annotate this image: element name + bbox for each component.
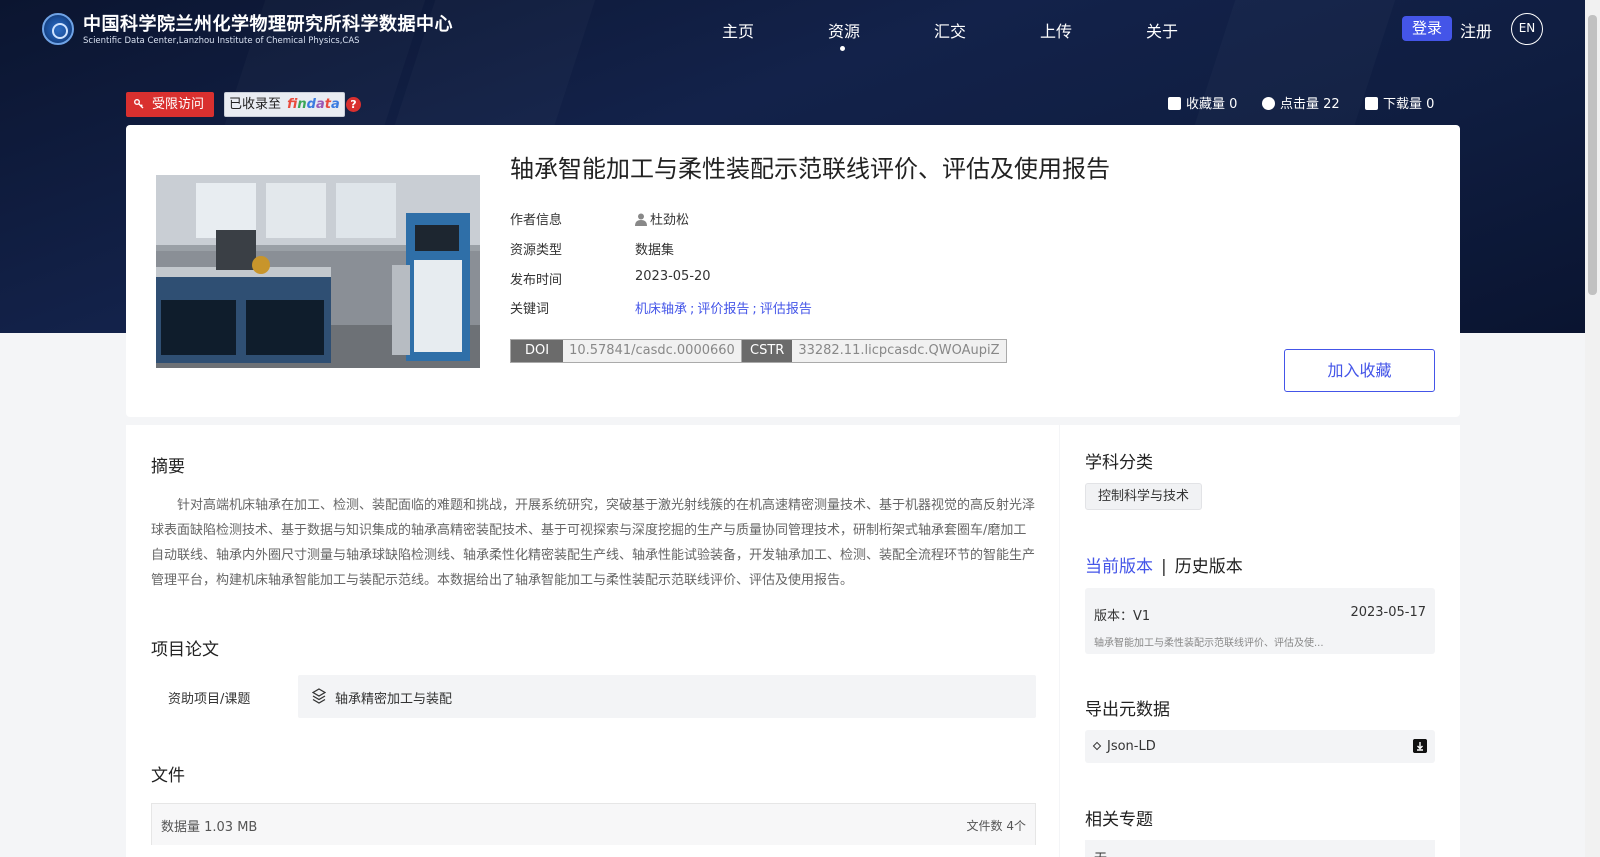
top-navbar: 中国科学院兰州化学物理研究所科学数据中心 Scientific Data Cen… <box>0 0 1600 60</box>
login-button[interactable]: 登录 <box>1402 16 1452 41</box>
version-label: 版本：V1 <box>1094 609 1151 624</box>
doi-value: 10.57841/casdc.0000660 <box>563 340 741 362</box>
type-value: 数据集 <box>635 243 675 258</box>
fund-item[interactable]: 轴承精密加工与装配 <box>298 675 1036 718</box>
author-label: 作者信息 <box>510 213 563 228</box>
export-format: Json-LD <box>1107 739 1156 754</box>
layers-icon <box>312 688 326 704</box>
tab-history-version[interactable]: 历史版本 <box>1175 557 1243 577</box>
help-icon[interactable]: ? <box>346 97 361 112</box>
tab-current-version[interactable]: 当前版本 <box>1085 557 1153 577</box>
version-date: 2023-05-17 <box>1350 605 1426 620</box>
abstract-text: 针对高端机床轴承在加工、检测、装配面临的难题和挑战，开展系统研究，突破基于激光射… <box>151 498 1036 588</box>
date-label: 发布时间 <box>510 273 563 288</box>
version-item[interactable]: 版本：V1 2023-05-17 轴承智能加工与柔性装配示范联线评价、评估及使.… <box>1085 588 1435 654</box>
resource-title: 轴承智能加工与柔性装配示范联线评价、评估及使用报告 <box>510 155 1110 183</box>
version-desc: 轴承智能加工与柔性装配示范联线评价、评估及使... <box>1094 638 1324 649</box>
abstract-title: 摘要 <box>151 457 185 477</box>
cstr-tag[interactable]: CSTR 33282.11.licpcasdc.QWOAupiZ <box>741 339 1007 363</box>
resource-card: 轴承智能加工与柔性装配示范联线评价、评估及使用报告 作者信息 杜劲松 资源类型 … <box>126 125 1460 417</box>
doi-tag[interactable]: DOI 10.57841/casdc.0000660 <box>510 339 742 363</box>
site-title[interactable]: 中国科学院兰州化学物理研究所科学数据中心 <box>83 10 453 36</box>
files-title: 文件 <box>151 766 185 786</box>
favorites-count: 收藏量 0 <box>1168 93 1237 112</box>
files-size: 数据量 1.03 MB <box>161 820 258 835</box>
author-name[interactable]: 杜劲松 <box>650 213 689 228</box>
resource-thumbnail <box>156 175 480 368</box>
download-icon <box>1365 97 1378 110</box>
views-count: 点击量 22 <box>1262 93 1340 112</box>
download-icon[interactable] <box>1413 739 1427 753</box>
version-tabs: 当前版本 | 历史版本 <box>1085 557 1243 577</box>
related-topics: 无 <box>1085 840 1435 857</box>
related-value: 无 <box>1094 848 1107 857</box>
files-count: 文件数 4个 <box>966 819 1026 833</box>
keywords-list: 机床轴承; 评价报告; 评估报告 <box>635 302 812 317</box>
export-metadata-row[interactable]: Json-LD <box>1085 730 1435 763</box>
nav-home[interactable]: 主页 <box>722 18 754 42</box>
diamond-icon <box>1092 741 1102 751</box>
restricted-label: 受限访问 <box>152 97 205 112</box>
findata-logo: findata <box>287 97 340 112</box>
type-label: 资源类型 <box>510 243 563 258</box>
active-nav-indicator <box>840 46 845 51</box>
sidebar: 学科分类 控制科学与技术 当前版本 | 历史版本 版本：V1 2023-05-17 … <box>1060 425 1460 857</box>
nav-upload[interactable]: 上传 <box>1040 18 1072 42</box>
cstr-label: CSTR <box>742 340 793 362</box>
cstr-value: 33282.11.licpcasdc.QWOAupiZ <box>792 340 1006 362</box>
scrollbar-thumb[interactable] <box>1588 15 1597 295</box>
keyword-link[interactable]: 评估报告 <box>760 302 812 317</box>
person-icon <box>635 213 647 226</box>
related-title: 相关专题 <box>1085 810 1153 830</box>
project-title: 项目论文 <box>151 640 219 660</box>
main-content: 摘要 针对高端机床轴承在加工、检测、装配面临的难题和挑战，开展系统研究，突破基于… <box>126 425 1059 857</box>
eye-icon <box>1262 97 1275 110</box>
language-toggle[interactable]: EN <box>1511 13 1543 45</box>
export-title: 导出元数据 <box>1085 700 1170 720</box>
files-summary: 数据量 1.03 MB 文件数 4个 <box>151 803 1036 845</box>
fund-label: 资助项目/课题 <box>168 692 251 707</box>
doi-label: DOI <box>511 340 564 362</box>
downloads-count: 下载量 0 <box>1365 93 1434 112</box>
subject-tag[interactable]: 控制科学与技术 <box>1085 483 1203 510</box>
findata-indexed-badge[interactable]: 已收录至 findata <box>224 92 345 117</box>
date-value: 2023-05-20 <box>635 269 711 284</box>
nav-about[interactable]: 关于 <box>1146 18 1178 42</box>
key-icon <box>134 99 144 109</box>
bookmark-icon <box>1168 97 1181 110</box>
restricted-access-badge: 受限访问 <box>126 92 215 117</box>
keyword-link[interactable]: 机床轴承 <box>635 302 687 317</box>
fund-row: 资助项目/课题 轴承精密加工与装配 <box>151 675 1036 718</box>
site-logo[interactable] <box>42 13 74 45</box>
nav-resources[interactable]: 资源 <box>828 18 860 42</box>
keyword-link[interactable]: 评价报告 <box>697 302 749 317</box>
fund-value: 轴承精密加工与装配 <box>335 692 453 707</box>
site-subtitle: Scientific Data Center,Lanzhou Institute… <box>83 36 360 46</box>
keywords-label: 关键词 <box>510 302 550 317</box>
page-scrollbar[interactable] <box>1585 0 1600 857</box>
indexed-label: 已收录至 <box>229 97 282 112</box>
subject-title: 学科分类 <box>1085 453 1153 473</box>
nav-submit[interactable]: 汇交 <box>934 18 966 42</box>
register-link[interactable]: 注册 <box>1460 18 1492 42</box>
add-to-favorites-button[interactable]: 加入收藏 <box>1284 349 1435 392</box>
